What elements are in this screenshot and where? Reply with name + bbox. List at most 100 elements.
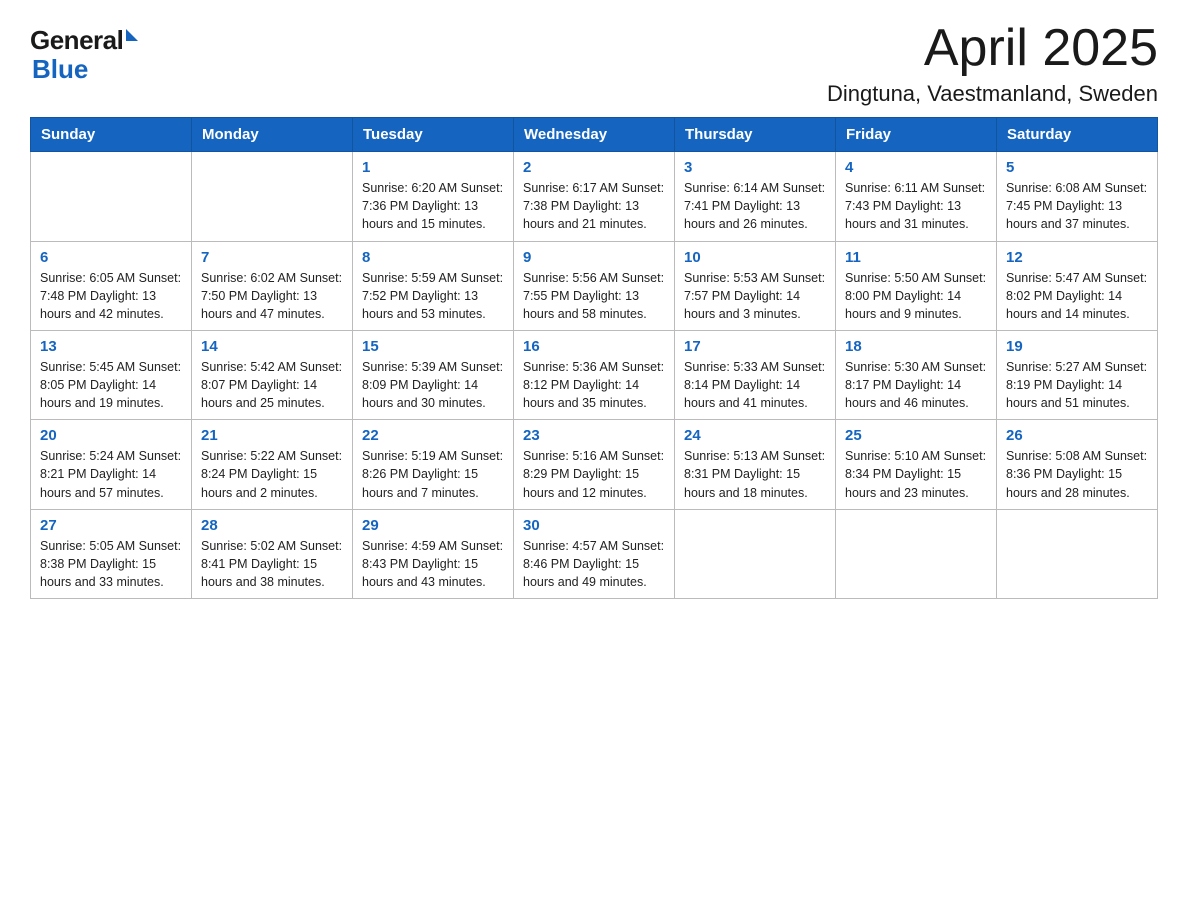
day-number: 3 — [684, 159, 826, 176]
weekday-header-friday: Friday — [836, 118, 997, 152]
day-info: Sunrise: 5:27 AM Sunset: 8:19 PM Dayligh… — [1006, 358, 1148, 412]
day-number: 16 — [523, 338, 665, 355]
calendar-cell: 6Sunrise: 6:05 AM Sunset: 7:48 PM Daylig… — [31, 241, 192, 330]
day-info: Sunrise: 5:47 AM Sunset: 8:02 PM Dayligh… — [1006, 269, 1148, 323]
calendar-cell — [675, 509, 836, 598]
calendar-cell: 4 Sunrise: 6:11 AM Sunset: 7:43 PM Daylig… — [836, 152, 997, 241]
day-number: 15 — [362, 338, 504, 355]
day-number: 10 — [684, 249, 826, 266]
day-number: 9 — [523, 249, 665, 266]
calendar-cell: 15 Sunrise: 5:39 AM Sunset: 8:09 PM Dayli… — [353, 330, 514, 419]
day-info: Sunrise: 6:20 AM Sunset: 7:36 PM Dayligh… — [362, 179, 504, 233]
calendar-week-row: 20 Sunrise: 5:24 AM Sunset: 8:21 PM Dayli… — [31, 420, 1158, 509]
calendar-cell: 13 Sunrise: 5:45 AM Sunset: 8:05 PM Dayli… — [31, 330, 192, 419]
day-number: 1 — [362, 159, 504, 176]
calendar-week-row: 13 Sunrise: 5:45 AM Sunset: 8:05 PM Dayli… — [31, 330, 1158, 419]
calendar-cell: 17 Sunrise: 5:33 AM Sunset: 8:14 PM Dayli… — [675, 330, 836, 419]
calendar-cell: 20 Sunrise: 5:24 AM Sunset: 8:21 PM Dayli… — [31, 420, 192, 509]
day-info: Sunrise: 5:22 AM Sunset: 8:24 PM Dayligh… — [201, 447, 343, 501]
day-number: 20 — [40, 427, 182, 444]
day-number: 25 — [845, 427, 987, 444]
day-info: Sunrise: 5:24 AM Sunset: 8:21 PM Dayligh… — [40, 447, 182, 501]
day-info: Sunrise: 5:19 AM Sunset: 8:26 PM Dayligh… — [362, 447, 504, 501]
day-number: 5 — [1006, 159, 1148, 176]
weekday-header-sunday: Sunday — [31, 118, 192, 152]
day-info: Sunrise: 4:57 AM Sunset: 8:46 PM Dayligh… — [523, 537, 665, 591]
day-info: Sunrise: 6:08 AM Sunset: 7:45 PM Dayligh… — [1006, 179, 1148, 233]
calendar-week-row: 1 Sunrise: 6:20 AM Sunset: 7:36 PM Daylig… — [31, 152, 1158, 241]
day-info: Sunrise: 6:11 AM Sunset: 7:43 PM Dayligh… — [845, 179, 987, 233]
calendar-cell: 5 Sunrise: 6:08 AM Sunset: 7:45 PM Daylig… — [997, 152, 1158, 241]
calendar-table: SundayMondayTuesdayWednesdayThursdayFrid… — [30, 117, 1158, 599]
day-number: 4 — [845, 159, 987, 176]
calendar-week-row: 27 Sunrise: 5:05 AM Sunset: 8:38 PM Dayli… — [31, 509, 1158, 598]
calendar-cell: 25Sunrise: 5:10 AM Sunset: 8:34 PM Dayli… — [836, 420, 997, 509]
day-number: 11 — [845, 249, 987, 266]
calendar-cell — [192, 152, 353, 241]
day-number: 30 — [523, 517, 665, 534]
day-number: 14 — [201, 338, 343, 355]
day-info: Sunrise: 5:16 AM Sunset: 8:29 PM Dayligh… — [523, 447, 665, 501]
day-number: 29 — [362, 517, 504, 534]
day-info: Sunrise: 6:05 AM Sunset: 7:48 PM Dayligh… — [40, 269, 182, 323]
day-info: Sunrise: 5:36 AM Sunset: 8:12 PM Dayligh… — [523, 358, 665, 412]
calendar-cell: 27 Sunrise: 5:05 AM Sunset: 8:38 PM Dayli… — [31, 509, 192, 598]
day-info: Sunrise: 5:33 AM Sunset: 8:14 PM Dayligh… — [684, 358, 826, 412]
logo-blue-text: Blue — [32, 54, 88, 85]
calendar-cell: 10Sunrise: 5:53 AM Sunset: 7:57 PM Dayli… — [675, 241, 836, 330]
page-title: April 2025 — [827, 20, 1158, 77]
calendar-cell: 11 Sunrise: 5:50 AM Sunset: 8:00 PM Dayli… — [836, 241, 997, 330]
day-info: Sunrise: 4:59 AM Sunset: 8:43 PM Dayligh… — [362, 537, 504, 591]
logo-arrow-icon — [126, 29, 138, 41]
calendar-cell — [31, 152, 192, 241]
day-number: 22 — [362, 427, 504, 444]
calendar-cell: 30 Sunrise: 4:57 AM Sunset: 8:46 PM Dayli… — [514, 509, 675, 598]
calendar-week-row: 6Sunrise: 6:05 AM Sunset: 7:48 PM Daylig… — [31, 241, 1158, 330]
day-number: 8 — [362, 249, 504, 266]
calendar-cell: 2Sunrise: 6:17 AM Sunset: 7:38 PM Daylig… — [514, 152, 675, 241]
calendar-cell: 8Sunrise: 5:59 AM Sunset: 7:52 PM Daylig… — [353, 241, 514, 330]
day-number: 7 — [201, 249, 343, 266]
day-info: Sunrise: 5:30 AM Sunset: 8:17 PM Dayligh… — [845, 358, 987, 412]
day-info: Sunrise: 5:45 AM Sunset: 8:05 PM Dayligh… — [40, 358, 182, 412]
weekday-header-wednesday: Wednesday — [514, 118, 675, 152]
calendar-cell: 19Sunrise: 5:27 AM Sunset: 8:19 PM Dayli… — [997, 330, 1158, 419]
calendar-cell: 1 Sunrise: 6:20 AM Sunset: 7:36 PM Daylig… — [353, 152, 514, 241]
day-number: 24 — [684, 427, 826, 444]
calendar-cell: 28 Sunrise: 5:02 AM Sunset: 8:41 PM Dayli… — [192, 509, 353, 598]
day-number: 17 — [684, 338, 826, 355]
day-info: Sunrise: 5:05 AM Sunset: 8:38 PM Dayligh… — [40, 537, 182, 591]
day-number: 26 — [1006, 427, 1148, 444]
weekday-header-tuesday: Tuesday — [353, 118, 514, 152]
day-info: Sunrise: 5:50 AM Sunset: 8:00 PM Dayligh… — [845, 269, 987, 323]
day-info: Sunrise: 5:39 AM Sunset: 8:09 PM Dayligh… — [362, 358, 504, 412]
day-info: Sunrise: 5:02 AM Sunset: 8:41 PM Dayligh… — [201, 537, 343, 591]
day-number: 13 — [40, 338, 182, 355]
calendar-cell: 7Sunrise: 6:02 AM Sunset: 7:50 PM Daylig… — [192, 241, 353, 330]
day-info: Sunrise: 5:13 AM Sunset: 8:31 PM Dayligh… — [684, 447, 826, 501]
day-number: 12 — [1006, 249, 1148, 266]
day-info: Sunrise: 6:14 AM Sunset: 7:41 PM Dayligh… — [684, 179, 826, 233]
weekday-header-saturday: Saturday — [997, 118, 1158, 152]
calendar-cell: 21Sunrise: 5:22 AM Sunset: 8:24 PM Dayli… — [192, 420, 353, 509]
day-number: 28 — [201, 517, 343, 534]
calendar-cell: 3 Sunrise: 6:14 AM Sunset: 7:41 PM Daylig… — [675, 152, 836, 241]
logo-general-text: General — [30, 25, 123, 56]
weekday-header-thursday: Thursday — [675, 118, 836, 152]
day-info: Sunrise: 5:42 AM Sunset: 8:07 PM Dayligh… — [201, 358, 343, 412]
calendar-cell: 29 Sunrise: 4:59 AM Sunset: 8:43 PM Dayli… — [353, 509, 514, 598]
calendar-cell: 24 Sunrise: 5:13 AM Sunset: 8:31 PM Dayli… — [675, 420, 836, 509]
calendar-cell: 14 Sunrise: 5:42 AM Sunset: 8:07 PM Dayli… — [192, 330, 353, 419]
calendar-cell: 16 Sunrise: 5:36 AM Sunset: 8:12 PM Dayli… — [514, 330, 675, 419]
day-info: Sunrise: 5:08 AM Sunset: 8:36 PM Dayligh… — [1006, 447, 1148, 501]
calendar-cell: 12 Sunrise: 5:47 AM Sunset: 8:02 PM Dayli… — [997, 241, 1158, 330]
day-number: 18 — [845, 338, 987, 355]
calendar-header-row: SundayMondayTuesdayWednesdayThursdayFrid… — [31, 118, 1158, 152]
calendar-cell: 26 Sunrise: 5:08 AM Sunset: 8:36 PM Dayli… — [997, 420, 1158, 509]
calendar-cell: 23Sunrise: 5:16 AM Sunset: 8:29 PM Dayli… — [514, 420, 675, 509]
day-info: Sunrise: 6:17 AM Sunset: 7:38 PM Dayligh… — [523, 179, 665, 233]
calendar-cell: 18 Sunrise: 5:30 AM Sunset: 8:17 PM Dayli… — [836, 330, 997, 419]
calendar-cell: 9Sunrise: 5:56 AM Sunset: 7:55 PM Daylig… — [514, 241, 675, 330]
day-number: 27 — [40, 517, 182, 534]
page-subtitle: Dingtuna, Vaestmanland, Sweden — [827, 81, 1158, 107]
